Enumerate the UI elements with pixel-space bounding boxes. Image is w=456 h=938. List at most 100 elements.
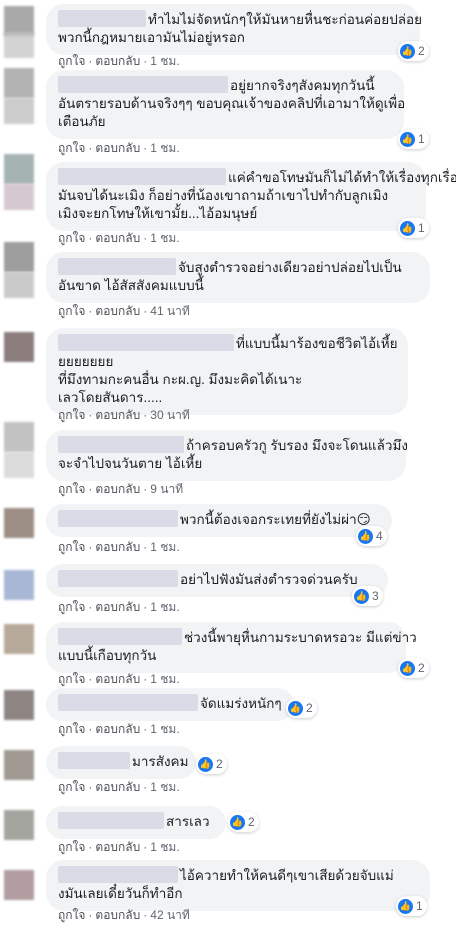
avatar[interactable]: [4, 508, 34, 538]
timestamp[interactable]: 1 ชม.: [150, 840, 179, 854]
comment-bubble: ไอ้ควายทำให้คนดีๆเขาเสียด้วยจับแม่ งมันเ…: [46, 860, 430, 911]
reply-link[interactable]: ตอบกลับ: [95, 482, 140, 496]
like-count[interactable]: 👍 1: [398, 129, 429, 149]
like-link[interactable]: ถูกใจ: [58, 908, 85, 922]
reply-link[interactable]: ตอบกลับ: [95, 840, 140, 854]
like-count[interactable]: 👍 1: [398, 218, 429, 238]
timestamp[interactable]: 42 นาที: [150, 908, 190, 922]
comment-bubble: ทำไมไม่จัดหนักๆให้มันหายหื่นชะก่อนค่อยปล…: [46, 4, 423, 55]
comment-text: มารสังคม: [132, 754, 189, 769]
avatar: [4, 452, 34, 478]
like-count[interactable]: 👍 2: [398, 658, 429, 678]
thumbs-up-icon: 👍: [400, 131, 415, 147]
reply-link[interactable]: ตอบกลับ: [95, 304, 140, 318]
timestamp[interactable]: 1 ชม.: [150, 722, 179, 736]
reply-link[interactable]: ตอบกลับ: [95, 600, 140, 614]
comment-meta: ถูกใจ · ตอบกลับ · 1 ชม.: [58, 600, 180, 614]
commenter-name[interactable]: [58, 812, 164, 829]
timestamp[interactable]: 9 นาที: [150, 482, 183, 496]
commenter-name[interactable]: [58, 866, 178, 883]
reply-link[interactable]: ตอบกลับ: [95, 672, 140, 686]
reply-link[interactable]: ตอบกลับ: [95, 540, 140, 554]
commenter-name[interactable]: [58, 570, 178, 587]
timestamp[interactable]: 1 ชม.: [150, 54, 179, 68]
commenter-name[interactable]: [58, 628, 182, 645]
avatar[interactable]: [4, 154, 34, 184]
comment-meta: ถูกใจ · ตอบกลับ · 9 นาที: [58, 482, 184, 496]
commenter-name[interactable]: [58, 694, 198, 711]
like-link[interactable]: ถูกใจ: [58, 722, 85, 736]
like-link[interactable]: ถูกใจ: [58, 304, 85, 318]
commenter-name[interactable]: [58, 436, 184, 453]
like-link[interactable]: ถูกใจ: [58, 840, 85, 854]
comment-text: ทำไมไม่จัดหนักๆให้มันหายหื่นชะก่อนค่อยปล…: [148, 12, 423, 27]
like-count[interactable]: 👍 4: [356, 526, 387, 546]
thumbs-up-icon: 👍: [288, 700, 303, 716]
timestamp[interactable]: 1 ชม.: [150, 141, 179, 155]
like-link[interactable]: ถูกใจ: [58, 231, 85, 245]
comment-text: พวกนี้กฎหมายเอามันไม่อยู่หรอก: [58, 30, 245, 45]
comment-text: จะจำไปจนวันตาย ไอ้เหี้ย: [58, 456, 203, 471]
like-count[interactable]: 👍 1: [396, 896, 427, 916]
like-count[interactable]: 👍 2: [398, 41, 429, 61]
timestamp[interactable]: 30 นาที: [150, 408, 190, 422]
avatar[interactable]: [4, 690, 34, 720]
thumbs-up-icon: 👍: [354, 588, 369, 604]
like-link[interactable]: ถูกใจ: [58, 540, 85, 554]
like-link[interactable]: ถูกใจ: [58, 672, 85, 686]
avatar[interactable]: [4, 810, 34, 840]
avatar[interactable]: [4, 332, 34, 362]
comment-text: ยยยยยยย: [58, 354, 114, 369]
avatar[interactable]: [4, 422, 34, 452]
like-link[interactable]: ถูกใจ: [58, 408, 85, 422]
reply-link[interactable]: ตอบกลับ: [95, 141, 140, 155]
timestamp[interactable]: 1 ชม.: [150, 540, 179, 554]
commenter-name[interactable]: [58, 510, 178, 527]
commenter-name[interactable]: [58, 258, 176, 275]
avatar[interactable]: [4, 870, 34, 900]
comment-bubble: ถ้าครอบครัวกู รับรอง มึงจะโดนแล้วมึง จะจ…: [46, 430, 408, 481]
avatar: [4, 32, 34, 58]
avatar[interactable]: [4, 624, 34, 654]
comment-meta: ถูกใจ · ตอบกลับ · 1 ชม.: [58, 722, 180, 736]
reply-link[interactable]: ตอบกลับ: [95, 780, 140, 794]
reply-link[interactable]: ตอบกลับ: [95, 54, 140, 68]
commenter-name[interactable]: [58, 168, 226, 185]
avatar[interactable]: [4, 242, 34, 272]
comment-meta: ถูกใจ · ตอบกลับ · 1 ชม.: [58, 54, 180, 68]
like-count[interactable]: 👍 2: [228, 812, 259, 832]
like-link[interactable]: ถูกใจ: [58, 141, 85, 155]
comment-bubble: จับสูงตำรวจอย่างเดียวอย่าปล่อยไปเป็น อัน…: [46, 252, 430, 303]
commenter-name[interactable]: [58, 10, 146, 27]
avatar[interactable]: [4, 68, 34, 98]
comment-text: อย่าไปฟังมันส่งตำรวจด่วนครับ: [180, 572, 358, 587]
thumbs-up-icon: 👍: [400, 220, 415, 236]
like-link[interactable]: ถูกใจ: [58, 600, 85, 614]
like-link[interactable]: ถูกใจ: [58, 54, 85, 68]
commenter-name[interactable]: [58, 76, 228, 93]
like-link[interactable]: ถูกใจ: [58, 780, 85, 794]
like-link[interactable]: ถูกใจ: [58, 482, 85, 496]
timestamp[interactable]: 1 ชม.: [150, 600, 179, 614]
timestamp[interactable]: 1 ชม.: [150, 780, 179, 794]
commenter-name[interactable]: [58, 334, 234, 351]
like-count[interactable]: 👍 2: [196, 754, 227, 774]
reply-link[interactable]: ตอบกลับ: [95, 408, 140, 422]
comment-meta: ถูกใจ · ตอบกลับ · 1 ชม.: [58, 780, 180, 794]
reply-link[interactable]: ตอบกลับ: [95, 908, 140, 922]
timestamp[interactable]: 1 ชม.: [150, 231, 179, 245]
timestamp[interactable]: 1 ชม.: [150, 672, 179, 686]
comment-text: ช่วงนี้พายุหื่นกามระบาดหรอวะ มีแต่ข่าว: [184, 630, 417, 645]
timestamp[interactable]: 41 นาที: [150, 304, 190, 318]
avatar[interactable]: [4, 750, 34, 780]
like-count[interactable]: 👍 3: [352, 586, 383, 606]
comment-text: งมันเลยเดี๋ยวันก็ทำอีก: [58, 886, 183, 901]
like-count[interactable]: 👍 2: [286, 698, 317, 718]
avatar[interactable]: [4, 570, 34, 600]
commenter-name[interactable]: [58, 752, 130, 769]
reply-link[interactable]: ตอบกลับ: [95, 231, 140, 245]
comment-meta: ถูกใจ · ตอบกลับ · 1 ชม.: [58, 231, 180, 245]
reply-link[interactable]: ตอบกลับ: [95, 722, 140, 736]
thumbs-up-icon: 👍: [230, 814, 245, 830]
comment-bubble: จัดแมร่งหนักๆ: [46, 688, 294, 721]
